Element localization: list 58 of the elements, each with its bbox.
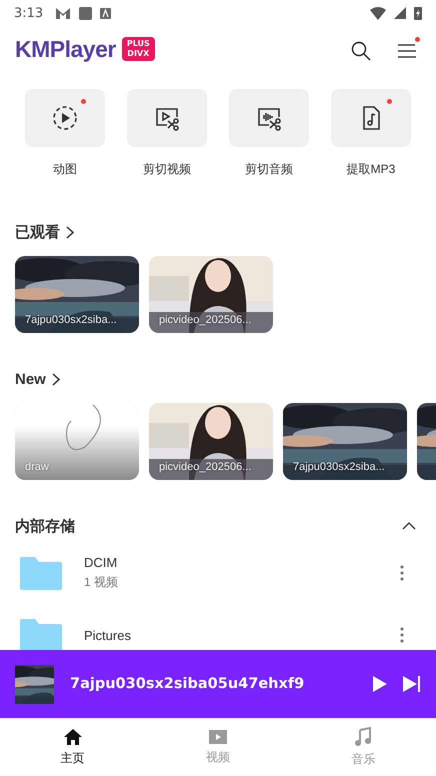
video-title: 7ajpu030sx2siba... (293, 461, 385, 473)
badge-text: DIVX (127, 49, 150, 59)
video-title: picvideo_202506... (159, 461, 252, 473)
video-title: picvideo_202506... (159, 314, 252, 326)
folder-row[interactable]: Pictures (0, 610, 436, 650)
tool-label: 动图 (53, 161, 77, 178)
play-button[interactable] (372, 675, 388, 693)
video-thumbnail[interactable]: 7ajpu030sx2siba... (283, 403, 407, 480)
folder-name: Pictures (84, 628, 132, 642)
nav-tab[interactable]: 主页 (0, 719, 146, 776)
video-thumbnail[interactable]: 7ajpu030sx2siba... (15, 256, 139, 333)
square-icon (79, 6, 92, 20)
now-playing-title: 7ajpu030sx2siba05u47ehxf9 (70, 676, 306, 692)
video-title: 7ajpu030sx2siba... (25, 314, 117, 326)
battery-charging-icon (414, 6, 422, 20)
section-header[interactable]: 已观看 (0, 222, 436, 242)
video-thumbnail[interactable]: picvideo_202506... (149, 256, 273, 333)
folder-count: 1 视频 (84, 574, 120, 591)
signal-icon (394, 7, 406, 19)
section-title: 内部存储 (15, 516, 75, 536)
tool-label: 提取MP3 (346, 161, 396, 178)
more-icon[interactable] (400, 627, 404, 643)
more-icon[interactable] (400, 565, 404, 581)
folder-icon (20, 556, 62, 590)
folder-icon (20, 618, 62, 650)
video-title: draw (25, 461, 49, 473)
dashed-play-icon (51, 104, 79, 132)
skip-next-icon (402, 675, 421, 693)
chevron-right-icon (52, 372, 60, 386)
app-notification-icon (100, 8, 112, 18)
play-icon (372, 675, 388, 693)
folder-name: DCIM (84, 555, 118, 570)
video-icon (208, 729, 228, 745)
chevron-right-icon (66, 226, 74, 238)
folder-row[interactable]: DCIM 1 视频 (0, 548, 436, 598)
tool-button[interactable]: 动图 (25, 89, 105, 178)
section-title: New (15, 370, 46, 388)
menu-icon (397, 42, 417, 60)
collapse-button[interactable] (402, 522, 416, 530)
tool-button[interactable]: 提取MP3 (331, 89, 411, 178)
section-header[interactable]: New (0, 369, 436, 389)
video-thumbnail[interactable]: picvideo_202506... (149, 403, 273, 480)
section-title: 已观看 (15, 222, 60, 242)
search-icon (351, 41, 371, 61)
badge-text: PLUS (126, 39, 150, 49)
chevron-up-icon (402, 522, 416, 530)
notification-icon (55, 6, 72, 20)
status-time: 3:13 (14, 6, 44, 20)
tool-label: 剪切音频 (245, 161, 293, 178)
next-button[interactable] (402, 675, 421, 693)
mini-player[interactable]: 7ajpu030sx2siba05u47ehxf9 (0, 650, 436, 718)
music-note-icon (354, 727, 372, 747)
home-icon (62, 728, 83, 746)
tool-label: 剪切视频 (143, 161, 191, 178)
tool-button[interactable]: 剪切音频 (229, 89, 309, 178)
app-logo: KMPlayer (15, 36, 116, 62)
wifi-icon (370, 6, 386, 20)
tool-button[interactable]: 剪切视频 (127, 89, 207, 178)
